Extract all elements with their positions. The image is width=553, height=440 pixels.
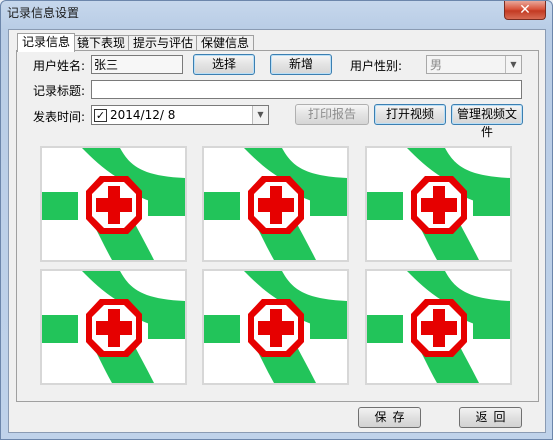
close-icon: ✕: [519, 2, 531, 18]
medical-cross-icon: [367, 271, 510, 383]
dialog-client: 记录信息 镜下表现 提示与评估 保健信息 用户姓名: 张三 选择 新增 用户性别…: [8, 29, 546, 433]
record-image-4[interactable]: [40, 269, 187, 385]
publish-time-picker[interactable]: ✓ 2014/12/ 8 ▼: [91, 105, 269, 125]
medical-cross-icon: [42, 148, 185, 260]
back-button-label: 返回: [475, 410, 512, 424]
tab-label: 记录信息: [22, 35, 71, 49]
title-bar[interactable]: 记录信息设置 ✕: [1, 1, 552, 29]
select-button[interactable]: 选择: [193, 54, 255, 75]
record-image-3[interactable]: [365, 146, 512, 262]
select-button-label: 选择: [211, 57, 236, 71]
medical-cross-icon: [204, 148, 347, 260]
close-button[interactable]: ✕: [504, 1, 546, 20]
dialog-window: 记录信息设置 ✕ 记录信息 镜下表现 提示与评估 保健信息 用户姓名: 张三 选…: [0, 0, 553, 440]
save-button-label: 保存: [374, 410, 411, 424]
medical-cross-icon: [204, 271, 347, 383]
tab-panel: 用户姓名: 张三 选择 新增 用户性别: 男 ▼ 记录标题: 发表时间: ✓ 2…: [16, 50, 539, 402]
medical-cross-icon: [367, 148, 510, 260]
record-image-5[interactable]: [202, 269, 349, 385]
tab-label: 提示与评估: [133, 36, 194, 50]
new-button[interactable]: 新增: [270, 54, 332, 75]
chevron-down-icon[interactable]: ▼: [252, 106, 268, 124]
tab-label: 镜下表现: [77, 36, 126, 50]
record-title-field[interactable]: [91, 80, 522, 99]
tab-hints-evaluation[interactable]: 提示与评估: [128, 35, 199, 51]
tab-label: 保健信息: [201, 36, 250, 50]
window-title: 记录信息设置: [7, 6, 80, 20]
tab-record-info[interactable]: 记录信息: [17, 33, 76, 52]
record-image-1[interactable]: [40, 146, 187, 262]
chevron-down-icon: ▼: [505, 56, 521, 73]
gender-select[interactable]: 男 ▼: [426, 55, 522, 74]
user-name-label: 用户姓名:: [33, 59, 86, 73]
save-button[interactable]: 保存: [358, 407, 421, 428]
print-report-button[interactable]: 打印报告: [295, 104, 369, 125]
record-image-2[interactable]: [202, 146, 349, 262]
gender-label: 用户性别:: [350, 59, 403, 73]
print-report-label: 打印报告: [307, 107, 356, 121]
open-video-label: 打开视频: [385, 107, 434, 121]
publish-time-label: 发表时间:: [33, 110, 86, 124]
tab-health-info[interactable]: 保健信息: [196, 35, 255, 51]
manage-video-label: 管理视频文件: [456, 107, 517, 139]
medical-cross-icon: [42, 271, 185, 383]
publish-time-value: 2014/12/ 8: [110, 108, 176, 122]
open-video-button[interactable]: 打开视频: [374, 104, 446, 125]
record-title-label: 记录标题:: [33, 84, 86, 98]
user-name-field[interactable]: 张三: [91, 55, 183, 74]
manage-video-button[interactable]: 管理视频文件: [451, 104, 523, 139]
new-button-label: 新增: [288, 57, 313, 71]
user-name-value: 张三: [94, 58, 119, 72]
record-image-6[interactable]: [365, 269, 512, 385]
back-button[interactable]: 返回: [459, 407, 522, 428]
publish-time-checkbox[interactable]: ✓: [94, 109, 107, 122]
gender-value: 男: [430, 58, 443, 72]
tab-microscope[interactable]: 镜下表现: [72, 35, 131, 51]
